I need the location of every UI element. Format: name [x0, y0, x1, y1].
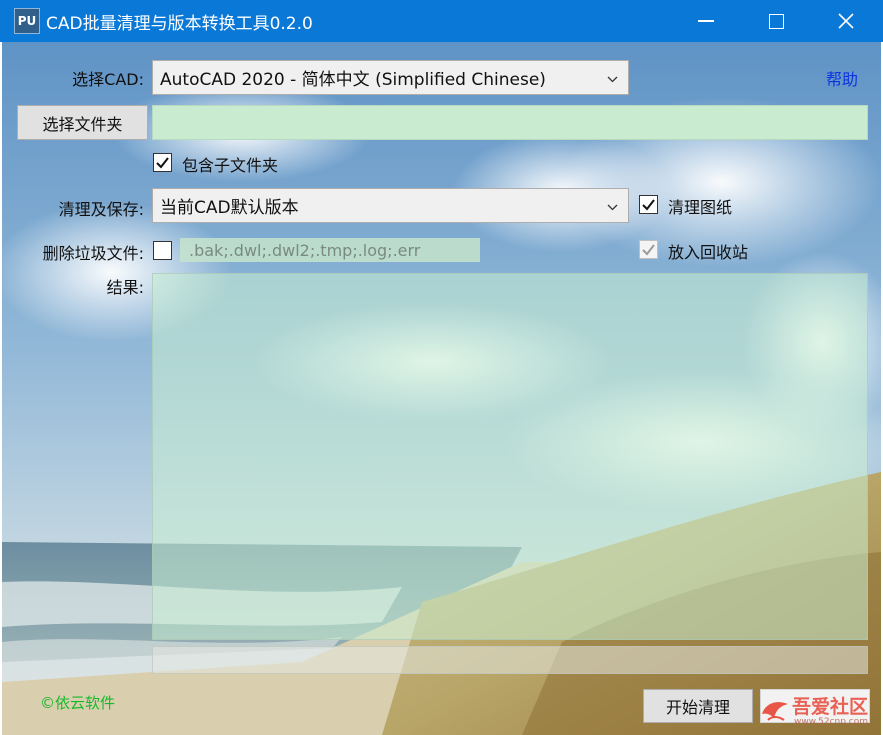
close-button[interactable]: [811, 0, 881, 42]
junk-extensions-field[interactable]: .bak;.dwl;.dwl2;.tmp;.log;.err: [180, 238, 480, 262]
progress-bar: [152, 646, 868, 674]
close-icon: [838, 13, 854, 29]
include-subfolders-checkbox[interactable]: [153, 153, 172, 172]
chevron-down-icon: [607, 204, 618, 210]
checkmark-icon: [156, 157, 169, 169]
delete-junk-checkbox[interactable]: [153, 241, 172, 260]
watermark-logo: 吾爱社区 www.52cnp.com: [758, 690, 880, 734]
cad-version-select[interactable]: AutoCAD 2020 - 简体中文 (Simplified Chinese): [152, 60, 629, 95]
save-version-select[interactable]: 当前CAD默认版本: [152, 188, 629, 223]
clean-drawing-label: 清理图纸: [668, 198, 733, 217]
recycle-bin-label: 放入回收站: [668, 243, 749, 262]
save-version-value: 当前CAD默认版本: [160, 198, 299, 218]
title-bar[interactable]: PU CAD批量清理与版本转换工具0.2.0: [0, 0, 883, 42]
start-clean-button[interactable]: 开始清理: [643, 689, 753, 723]
cad-version-value: AutoCAD 2020 - 简体中文 (Simplified Chinese): [160, 70, 546, 90]
watermark-text: 吾爱社区: [792, 696, 869, 718]
maximize-button[interactable]: [741, 0, 811, 42]
checkmark-icon: [642, 199, 655, 211]
watermark-url: www.52cnp.com: [794, 717, 869, 727]
checkmark-icon: [642, 244, 655, 256]
minimize-button[interactable]: [671, 0, 741, 42]
include-subfolders-label: 包含子文件夹: [182, 156, 279, 175]
app-icon: PU: [14, 8, 40, 34]
help-link[interactable]: 帮助: [826, 66, 858, 90]
select-folder-button[interactable]: 选择文件夹: [17, 105, 148, 140]
minimize-icon: [698, 20, 714, 22]
window-title: CAD批量清理与版本转换工具0.2.0: [46, 14, 313, 34]
recycle-bin-checkbox[interactable]: [639, 240, 658, 259]
clean-drawing-checkbox[interactable]: [639, 195, 658, 214]
results-label: 结果:: [106, 278, 144, 297]
folder-path-field[interactable]: [152, 105, 868, 140]
delete-junk-label: 删除垃圾文件:: [42, 244, 144, 263]
chevron-down-icon: [607, 76, 618, 82]
results-textarea[interactable]: [152, 273, 868, 640]
maximize-icon: [768, 13, 784, 29]
clean-save-label: 清理及保存:: [58, 200, 144, 219]
select-cad-label: 选择CAD:: [72, 70, 144, 89]
watermark-bird-icon: [762, 702, 788, 721]
copyright-text: ©依云软件: [40, 694, 116, 712]
